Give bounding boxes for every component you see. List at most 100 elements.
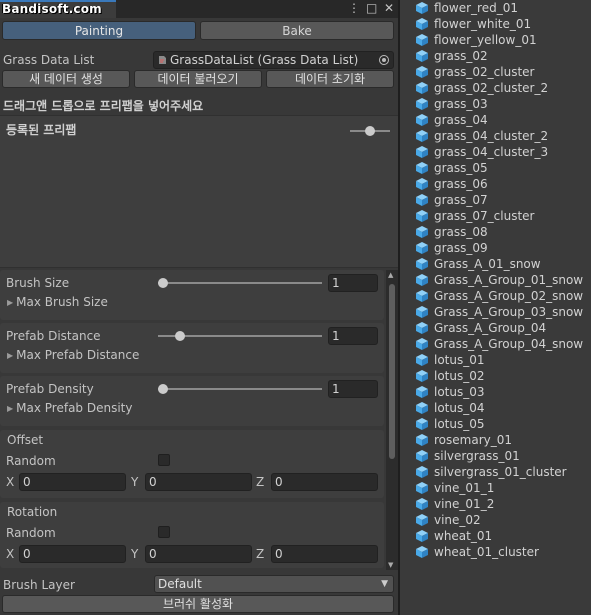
asset-name: grass_04_cluster_2 xyxy=(434,129,549,143)
asset-item[interactable]: grass_02_cluster_2 xyxy=(415,80,591,96)
asset-name: wheat_01 xyxy=(434,529,493,543)
prefab-distance-input[interactable]: 1 xyxy=(328,327,378,345)
asset-item[interactable]: Grass_A_Group_04_snow xyxy=(415,336,591,352)
preview-size-slider-knob[interactable] xyxy=(365,126,375,136)
prefab-density-section: Prefab Density 1 ▶ Max Prefab Density xyxy=(0,376,384,426)
max-prefab-density-foldout[interactable]: ▶ Max Prefab Density xyxy=(7,401,133,415)
asset-item[interactable]: grass_07 xyxy=(415,192,591,208)
close-icon[interactable]: ✕ xyxy=(384,1,394,15)
new-data-button[interactable]: 새 데이터 생성 xyxy=(2,70,130,88)
asset-item[interactable]: silvergrass_01_cluster xyxy=(415,464,591,480)
asset-name: flower_white_01 xyxy=(434,17,532,31)
offset-y-label: Y xyxy=(131,475,139,489)
asset-item[interactable]: grass_09 xyxy=(415,240,591,256)
prefab-density-slider[interactable] xyxy=(158,384,322,394)
asset-item[interactable]: wheat_01_cluster xyxy=(415,544,591,560)
rotation-z-label: Z xyxy=(256,547,265,561)
asset-item[interactable]: flower_yellow_01 xyxy=(415,32,591,48)
offset-random-checkbox[interactable] xyxy=(158,454,170,466)
asset-item[interactable]: grass_06 xyxy=(415,176,591,192)
brush-size-slider[interactable] xyxy=(158,278,322,288)
max-prefab-density-label: Max Prefab Density xyxy=(16,401,133,415)
preview-size-slider[interactable] xyxy=(350,126,390,136)
settings-scrollbar[interactable]: ▲ ▼ xyxy=(386,270,398,570)
asset-item[interactable]: Grass_A_Group_04 xyxy=(415,320,591,336)
prefab-distance-slider-knob[interactable] xyxy=(175,331,185,341)
tab-bake[interactable]: Bake xyxy=(200,21,394,40)
asset-item[interactable]: lotus_05 xyxy=(415,416,591,432)
offset-z-input[interactable]: 0 xyxy=(271,473,378,491)
tab-painting[interactable]: Painting xyxy=(2,21,196,40)
max-brush-size-foldout[interactable]: ▶ Max Brush Size xyxy=(7,295,108,309)
rotation-y-input[interactable]: 0 xyxy=(145,545,252,563)
prefab-density-input[interactable]: 1 xyxy=(328,380,378,398)
prefab-cube-icon xyxy=(416,498,428,510)
asset-item[interactable]: vine_01_1 xyxy=(415,480,591,496)
rotation-x-input[interactable]: 0 xyxy=(19,545,126,563)
mode-tabs: Painting Bake xyxy=(2,21,394,40)
asset-name: Grass_A_Group_03_snow xyxy=(434,305,584,319)
prefab-cube-icon xyxy=(416,274,428,286)
asset-item[interactable]: grass_02 xyxy=(415,48,591,64)
offset-z-label: Z xyxy=(256,475,265,489)
brush-layer-dropdown[interactable]: Default ▼ xyxy=(154,575,394,593)
asset-item[interactable]: rosemary_01 xyxy=(415,432,591,448)
scroll-down-icon[interactable]: ▼ xyxy=(388,561,393,569)
brush-size-slider-knob[interactable] xyxy=(158,278,168,288)
prefab-distance-slider[interactable] xyxy=(158,331,322,341)
asset-name: grass_02 xyxy=(434,49,488,63)
asset-item[interactable]: lotus_01 xyxy=(415,352,591,368)
asset-item[interactable]: grass_04 xyxy=(415,112,591,128)
offset-y-input[interactable]: 0 xyxy=(145,473,252,491)
asset-item[interactable]: grass_04_cluster_3 xyxy=(415,144,591,160)
asset-name: grass_07 xyxy=(434,193,488,207)
asset-item[interactable]: silvergrass_01 xyxy=(415,448,591,464)
asset-item[interactable]: Grass_A_Group_02_snow xyxy=(415,288,591,304)
load-data-button[interactable]: 데이터 불러오기 xyxy=(134,70,262,88)
scrollbar-thumb[interactable] xyxy=(389,284,395,459)
asset-item[interactable]: lotus_03 xyxy=(415,384,591,400)
asset-item[interactable]: lotus_04 xyxy=(415,400,591,416)
prefab-cube-icon xyxy=(416,2,428,14)
asset-item[interactable]: Grass_A_01_snow xyxy=(415,256,591,272)
object-picker-icon[interactable] xyxy=(379,55,389,65)
asset-item[interactable]: wheat_01 xyxy=(415,528,591,544)
brush-size-input[interactable]: 1 xyxy=(328,274,378,292)
prefab-density-slider-knob[interactable] xyxy=(158,384,168,394)
prefab-cube-icon xyxy=(416,178,428,190)
reset-data-button[interactable]: 데이터 초기화 xyxy=(266,70,394,88)
grass-data-list-value: GrassDataList (Grass Data List) xyxy=(170,53,359,67)
asset-item[interactable]: flower_red_01 xyxy=(415,0,591,16)
prefab-cube-icon xyxy=(416,450,428,462)
asset-item[interactable]: Grass_A_Group_03_snow xyxy=(415,304,591,320)
asset-item[interactable]: Grass_A_Group_01_snow xyxy=(415,272,591,288)
asset-item[interactable]: flower_white_01 xyxy=(415,16,591,32)
registered-prefab-dropzone[interactable]: 등록된 프리팹 xyxy=(0,115,398,268)
grass-data-list-field[interactable]: GrassDataList (Grass Data List) xyxy=(153,51,394,69)
data-button-row: 새 데이터 생성 데이터 불러오기 데이터 초기화 xyxy=(2,70,394,88)
asset-item[interactable]: grass_03 xyxy=(415,96,591,112)
prefab-cube-icon xyxy=(416,162,428,174)
maximize-icon[interactable]: □ xyxy=(366,1,377,15)
asset-item[interactable]: grass_07_cluster xyxy=(415,208,591,224)
prefab-cube-icon xyxy=(416,98,428,110)
asset-item[interactable]: grass_08 xyxy=(415,224,591,240)
prefab-distance-section: Prefab Distance 1 ▶ Max Prefab Distance xyxy=(0,323,384,373)
asset-item[interactable]: vine_01_2 xyxy=(415,496,591,512)
max-prefab-distance-foldout[interactable]: ▶ Max Prefab Distance xyxy=(7,348,139,362)
scroll-up-icon[interactable]: ▲ xyxy=(388,271,393,279)
prefab-cube-icon xyxy=(416,114,428,126)
asset-item[interactable]: lotus_02 xyxy=(415,368,591,384)
asset-item[interactable]: grass_04_cluster_2 xyxy=(415,128,591,144)
rotation-z-input[interactable]: 0 xyxy=(271,545,378,563)
menu-icon[interactable]: ⋮ xyxy=(348,1,360,15)
offset-x-input[interactable]: 0 xyxy=(19,473,126,491)
rotation-random-checkbox[interactable] xyxy=(158,526,170,538)
asset-name: vine_02 xyxy=(434,513,481,527)
prefab-cube-icon xyxy=(416,146,428,158)
asset-item[interactable]: vine_02 xyxy=(415,512,591,528)
prefab-cube-icon xyxy=(416,530,428,542)
asset-item[interactable]: grass_05 xyxy=(415,160,591,176)
asset-item[interactable]: grass_02_cluster xyxy=(415,64,591,80)
activate-brush-button[interactable]: 브러쉬 활성화 xyxy=(2,595,394,613)
